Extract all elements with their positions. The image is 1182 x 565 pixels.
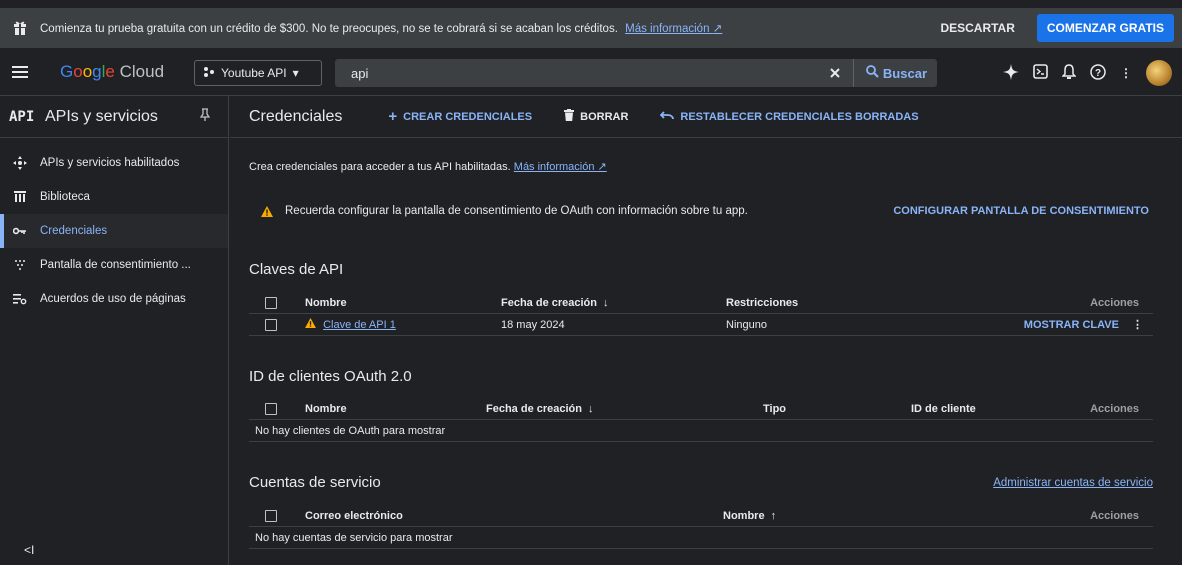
sidebar-item-credentials[interactable]: Credenciales bbox=[0, 214, 228, 248]
api-icon: API bbox=[9, 108, 35, 125]
api-keys-title: Claves de API bbox=[249, 261, 344, 278]
main-content: Credenciales + CREAR CREDENCIALES BORRAR… bbox=[230, 96, 1182, 565]
sort-name-header[interactable]: Nombre ↑ bbox=[723, 510, 776, 522]
agreements-icon bbox=[0, 293, 40, 305]
external-link-icon: ↗ bbox=[712, 23, 723, 35]
collapse-sidebar-button[interactable]: <I bbox=[24, 543, 34, 557]
select-all-checkbox[interactable] bbox=[265, 402, 277, 415]
table-header: Correo electrónico Nombre ↑ Acciones bbox=[249, 505, 1153, 527]
sidebar-item-page-agreements[interactable]: Acuerdos de uso de páginas bbox=[0, 282, 228, 316]
intro-text: Crea credenciales para acceder a tus API… bbox=[249, 161, 607, 173]
dismiss-button[interactable]: DESCARTAR bbox=[928, 15, 1026, 41]
project-picker[interactable]: Youtube API ▾ bbox=[194, 60, 322, 86]
search-icon bbox=[866, 65, 879, 81]
pin-icon[interactable] bbox=[199, 108, 211, 125]
help-icon[interactable]: ? bbox=[1090, 63, 1106, 83]
arrow-up-icon: ↑ bbox=[770, 509, 777, 522]
cloud-shell-icon[interactable] bbox=[1033, 64, 1048, 82]
google-cloud-logo[interactable]: Google Cloud bbox=[60, 62, 164, 82]
show-key-button[interactable]: MOSTRAR CLAVE bbox=[1024, 319, 1119, 331]
sort-created-header[interactable]: Fecha de creación ↓ bbox=[486, 403, 594, 415]
close-icon[interactable] bbox=[817, 68, 853, 78]
oauth-title: ID de clientes OAuth 2.0 bbox=[249, 368, 412, 385]
external-link-icon: ↗ bbox=[597, 161, 607, 173]
sidebar-item-enabled-apis[interactable]: APIs y servicios habilitados bbox=[0, 146, 228, 180]
warning-icon bbox=[305, 318, 316, 331]
oauth-consent-alert: Recuerda configurar la pantalla de conse… bbox=[249, 194, 1159, 228]
oauth-table: Nombre Fecha de creación ↓ Tipo ID de cli… bbox=[249, 398, 1153, 442]
trash-icon bbox=[564, 109, 575, 124]
plus-icon: + bbox=[388, 108, 398, 125]
page-title: Credenciales bbox=[249, 107, 343, 125]
avatar[interactable] bbox=[1146, 60, 1172, 86]
search-bar: Buscar bbox=[335, 59, 937, 87]
api-key-link[interactable]: Clave de API 1 bbox=[323, 319, 396, 331]
warning-icon bbox=[249, 205, 285, 217]
more-vert-icon[interactable]: ⋮ bbox=[1132, 318, 1143, 331]
consent-icon bbox=[0, 259, 40, 271]
key-icon bbox=[0, 227, 40, 235]
select-all-checkbox[interactable] bbox=[265, 296, 277, 309]
project-icon bbox=[203, 66, 215, 81]
sidebar-title: APIs y servicios bbox=[45, 107, 158, 125]
empty-row: No hay clientes de OAuth para mostrar bbox=[249, 420, 1153, 442]
library-icon bbox=[0, 191, 40, 203]
menu-icon[interactable] bbox=[0, 65, 40, 78]
enabled-apis-icon bbox=[0, 156, 40, 170]
gemini-sparkle-icon[interactable] bbox=[1003, 63, 1019, 83]
create-credentials-button[interactable]: + CREAR CREDENCIALES bbox=[388, 108, 532, 125]
trial-banner: Comienza tu prueba gratuita con un crédi… bbox=[0, 8, 1182, 48]
sidebar: API APIs y servicios APIs y servicios ha… bbox=[0, 96, 229, 565]
service-accounts-table: Correo electrónico Nombre ↑ Acciones No h… bbox=[249, 505, 1153, 549]
manage-service-accounts-link[interactable]: Administrar cuentas de servicio bbox=[993, 477, 1153, 489]
arrow-down-icon: ↓ bbox=[603, 296, 609, 309]
more-vert-icon[interactable]: ⋮ bbox=[1120, 66, 1132, 80]
row-checkbox[interactable] bbox=[265, 318, 277, 331]
project-name: Youtube API bbox=[221, 66, 287, 80]
bell-icon[interactable] bbox=[1061, 63, 1077, 83]
sidebar-item-library[interactable]: Biblioteca bbox=[0, 180, 228, 214]
chevron-down-icon: ▾ bbox=[292, 66, 299, 80]
table-header: Nombre Fecha de creación ↓ Tipo ID de cli… bbox=[249, 398, 1153, 420]
arrow-down-icon: ↓ bbox=[588, 402, 594, 415]
search-input[interactable] bbox=[335, 59, 817, 87]
api-keys-table: Nombre Fecha de creación ↓ Restricciones … bbox=[249, 292, 1153, 336]
restore-deleted-credentials-button[interactable]: RESTABLECER CREDENCIALES BORRADAS bbox=[660, 110, 919, 123]
sidebar-item-consent-screen[interactable]: Pantalla de consentimiento ... bbox=[0, 248, 228, 282]
gift-icon bbox=[0, 20, 40, 36]
search-button[interactable]: Buscar bbox=[852, 59, 937, 87]
page-header: Credenciales + CREAR CREDENCIALES BORRAR… bbox=[230, 96, 1182, 138]
configure-consent-screen-button[interactable]: CONFIGURAR PANTALLA DE CONSENTIMIENTO bbox=[883, 197, 1159, 225]
trial-more-info-link[interactable]: Más información ↗ bbox=[625, 23, 722, 35]
empty-row: No hay cuentas de servicio para mostrar bbox=[249, 527, 1153, 549]
table-row: Clave de API 1 18 may 2024 Ninguno MOSTR… bbox=[249, 314, 1153, 336]
more-info-link[interactable]: Más información ↗ bbox=[514, 161, 607, 173]
table-header: Nombre Fecha de creación ↓ Restricciones … bbox=[249, 292, 1153, 314]
start-free-button[interactable]: COMENZAR GRATIS bbox=[1036, 14, 1174, 42]
delete-button[interactable]: BORRAR bbox=[564, 109, 628, 124]
undo-icon bbox=[660, 110, 675, 123]
sort-created-header[interactable]: Fecha de creación ↓ bbox=[501, 297, 609, 309]
sidebar-header: API APIs y servicios bbox=[0, 96, 228, 138]
top-app-bar: Google Cloud Youtube API ▾ Buscar bbox=[0, 48, 1182, 96]
service-accounts-title: Cuentas de servicio bbox=[249, 474, 381, 491]
trial-message: Comienza tu prueba gratuita con un crédi… bbox=[40, 23, 618, 35]
select-all-checkbox[interactable] bbox=[265, 509, 277, 522]
svg-text:?: ? bbox=[1095, 68, 1101, 79]
